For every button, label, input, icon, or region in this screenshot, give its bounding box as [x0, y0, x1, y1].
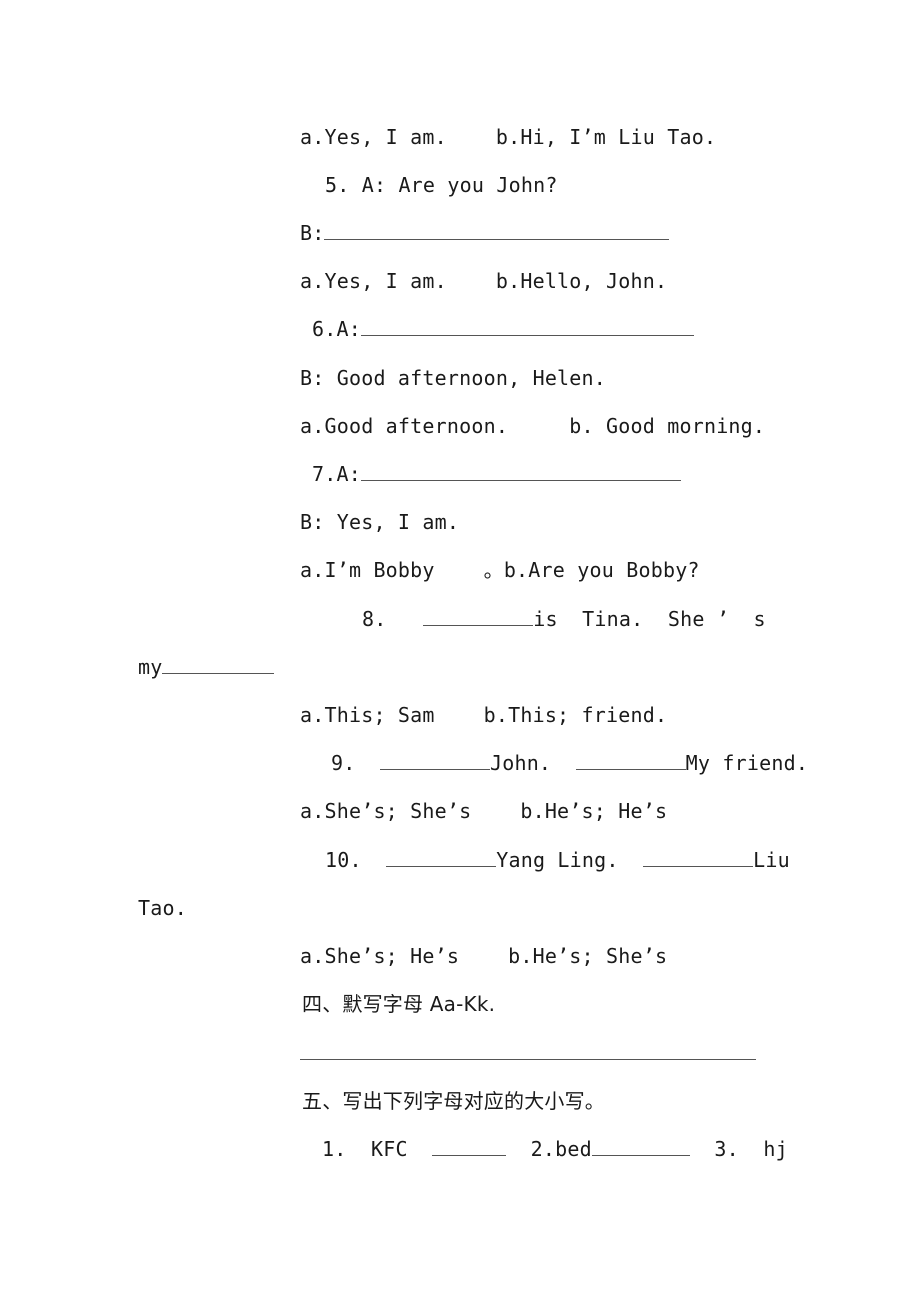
q6-prompt-row: 6.A:	[312, 316, 694, 342]
q4-options: a.Yes, I am. b.Hi, I’m Liu Tao.	[300, 125, 717, 149]
q7-options: a.I’m Bobby 。b.Are you Bobby?	[300, 558, 700, 582]
q9-number: 9.	[331, 751, 356, 775]
q9-text-1: John.	[489, 751, 552, 775]
q7-answer-blank[interactable]	[360, 462, 681, 481]
q8-text: is Tina. She ’ s	[533, 607, 766, 631]
q10-text-1: Yang Ling.	[496, 848, 619, 872]
q9-blank-2[interactable]	[575, 751, 686, 770]
q9-text-2: My friend.	[685, 751, 809, 775]
s5-item1-label: 1. KFC	[322, 1137, 408, 1161]
q5-prompt: 5. A: Are you John?	[325, 173, 558, 197]
section5-title: 五、写出下列字母对应的大小写。	[302, 1089, 605, 1113]
q10-row: 10. Yang Ling. Liu	[325, 847, 790, 873]
q7-prompt-row: 7.A:	[312, 461, 681, 487]
q10-number: 10.	[325, 848, 362, 872]
q7-prompt-label: 7.A:	[312, 462, 361, 486]
q6-options: a.Good afternoon. b. Good morning.	[300, 414, 766, 438]
q8-blank-1[interactable]	[423, 607, 534, 626]
q5-answer-blank[interactable]	[324, 221, 670, 240]
q5-options: a.Yes, I am. b.Hello, John.	[300, 269, 668, 293]
section5-items-row: 1. KFC 2.bed 3. hj	[322, 1136, 788, 1162]
q10-blank-2[interactable]	[643, 848, 754, 867]
q9-blank-1[interactable]	[379, 751, 490, 770]
q9-options: a.She’s; She’s b.He’s; He’s	[300, 799, 668, 823]
s5-item1-blank[interactable]	[432, 1137, 507, 1156]
q8-cont-text: my	[138, 655, 163, 679]
q6-reply: B: Good afternoon, Helen.	[300, 366, 607, 390]
q5-answer-row: B:	[300, 220, 670, 246]
q6-answer-blank[interactable]	[360, 317, 694, 336]
section4-answer-row	[300, 1040, 756, 1066]
q10-options: a.She’s; He’s b.He’s; She’s	[300, 944, 668, 968]
q8-number: 8.	[362, 607, 387, 631]
s5-item2-label: 2.bed	[530, 1137, 592, 1161]
document-page: { "lines": { "q4_options": "a.Yes, I am.…	[0, 0, 920, 1302]
s5-item3-label: 3. hj	[714, 1137, 788, 1161]
q8-options: a.This; Sam b.This; friend.	[300, 703, 668, 727]
q8-blank-2[interactable]	[162, 655, 275, 674]
section4-title: 四、默写字母 Aa-Kk.	[302, 992, 496, 1016]
s5-item2-blank[interactable]	[591, 1137, 690, 1156]
q10-blank-1[interactable]	[386, 848, 497, 867]
q8-row: 8. is Tina. She ’ s	[362, 606, 766, 632]
q10-continuation: Tao.	[138, 896, 187, 920]
q6-prompt-label: 6.A:	[312, 317, 361, 341]
q10-text-2: Liu	[753, 848, 790, 872]
q9-row: 9. John. My friend.	[331, 750, 808, 776]
q5-answer-label: B:	[300, 221, 325, 245]
section4-answer-blank[interactable]	[300, 1041, 756, 1060]
q7-reply: B: Yes, I am.	[300, 510, 460, 534]
q8-continuation: my	[138, 654, 275, 680]
